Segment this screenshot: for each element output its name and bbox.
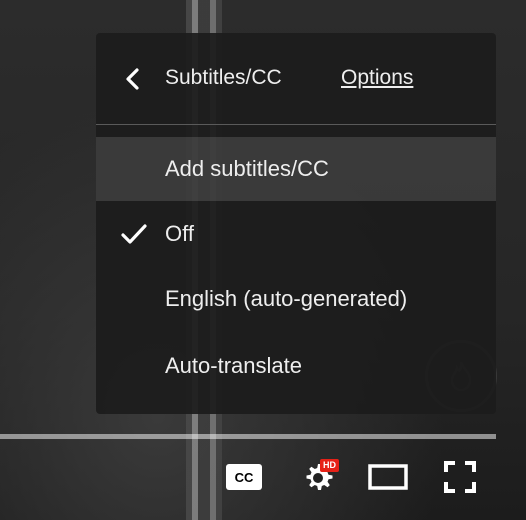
cc-icon-label: CC — [234, 469, 254, 485]
back-button[interactable] — [118, 61, 146, 97]
menu-divider — [96, 124, 496, 125]
menu-item-label: English (auto-generated) — [165, 286, 408, 311]
menu-title: Subtitles/CC — [165, 66, 282, 89]
subtitles-cc-icon: CC — [226, 464, 262, 490]
menu-item-label: Off — [165, 221, 194, 246]
theater-mode-icon — [368, 464, 408, 490]
options-link[interactable]: Options — [341, 64, 413, 92]
fullscreen-icon — [444, 461, 476, 493]
settings-button[interactable]: HD — [296, 459, 340, 495]
fullscreen-button[interactable] — [438, 459, 482, 495]
subtitles-menu: Subtitles/CC Options Add subtitles/CC Of… — [96, 33, 496, 414]
menu-item-english-auto[interactable]: English (auto-generated) — [96, 267, 496, 331]
menu-header: Subtitles/CC Options — [96, 33, 496, 123]
chevron-left-icon — [126, 68, 139, 90]
menu-item-add-subtitles[interactable]: Add subtitles/CC — [96, 137, 496, 201]
theater-mode-button[interactable] — [366, 459, 410, 495]
subtitles-button[interactable]: CC — [222, 459, 266, 495]
menu-item-auto-translate[interactable]: Auto-translate — [96, 334, 496, 398]
progress-bar[interactable] — [0, 434, 496, 439]
checkmark-icon — [121, 224, 147, 244]
menu-item-label: Auto-translate — [165, 353, 302, 378]
player-controls: CC HD — [0, 445, 526, 520]
hd-badge: HD — [320, 459, 339, 472]
menu-item-label: Add subtitles/CC — [165, 156, 329, 181]
menu-item-off[interactable]: Off — [96, 202, 496, 266]
